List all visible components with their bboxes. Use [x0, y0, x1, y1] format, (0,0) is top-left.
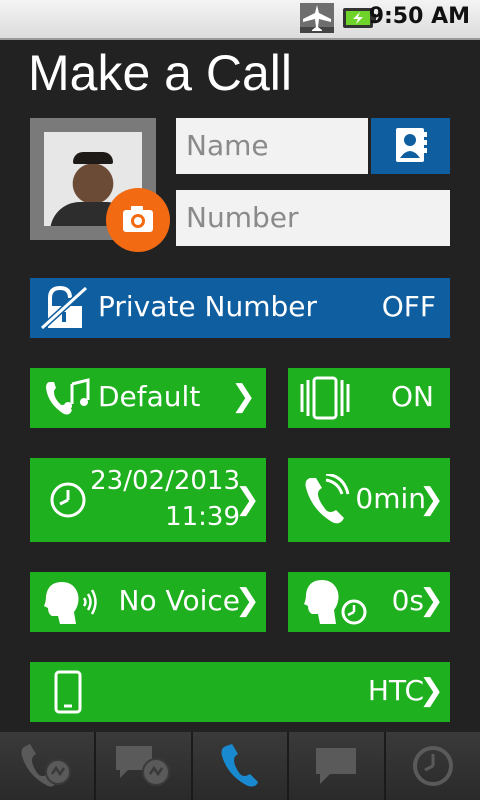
page-title: Make a Call [28, 45, 292, 101]
unlock-icon [40, 285, 89, 331]
number-field[interactable]: Number [176, 190, 450, 246]
chevron-right-icon: ❯ [234, 583, 260, 618]
chevron-right-icon: ❯ [234, 482, 260, 517]
vibrate-icon [300, 376, 350, 420]
messages-log-icon [115, 746, 170, 786]
vibrate-value: ON [391, 380, 434, 413]
airplane-mode-icon [300, 3, 334, 33]
device-button[interactable]: HTC ❯ [30, 662, 450, 722]
name-field[interactable]: Name [176, 118, 368, 174]
chevron-right-icon: ❯ [418, 583, 444, 618]
ringtone-label: Default [98, 380, 201, 413]
ringtone-button[interactable]: Default ❯ [30, 368, 266, 428]
device-value: HTC [367, 674, 424, 707]
nav-call-log[interactable] [0, 732, 94, 800]
vibrate-toggle[interactable]: ON [288, 368, 450, 428]
private-number-toggle[interactable]: Private Number OFF [30, 278, 450, 338]
nav-message[interactable] [287, 732, 383, 800]
speech-delay-button[interactable]: 0s ❯ [288, 572, 450, 632]
ringtone-icon [46, 378, 90, 415]
handset-ringing-icon [305, 474, 350, 524]
camera-button[interactable] [106, 188, 170, 252]
clock-icon [50, 482, 86, 518]
voice-button[interactable]: No Voice ❯ [30, 572, 266, 632]
camera-icon [123, 206, 153, 232]
nav-scheduled[interactable] [383, 732, 480, 800]
schedule-date: 23/02/2013 [90, 466, 240, 496]
smartphone-icon [54, 670, 82, 714]
call-duration-value: 0min [355, 482, 426, 515]
bottom-navigation [0, 732, 480, 800]
schedule-time: 11:39 [165, 502, 240, 532]
chevron-right-icon: ❯ [418, 482, 444, 517]
voice-label: No Voice [118, 584, 241, 617]
status-bar: 9:50 AM [0, 0, 480, 40]
call-duration-button[interactable]: 0min ❯ [288, 458, 450, 542]
schedule-button[interactable]: 23/02/2013 11:39 ❯ [30, 458, 266, 542]
contacts-button[interactable] [371, 118, 450, 174]
chevron-right-icon: ❯ [230, 379, 256, 414]
nav-call[interactable] [190, 732, 287, 800]
phone-icon [221, 744, 259, 787]
status-time: 9:50 AM [368, 4, 470, 29]
nav-messages-log[interactable] [94, 732, 190, 800]
speaking-head-icon [44, 582, 97, 624]
message-icon [316, 748, 357, 784]
call-log-icon [21, 744, 72, 787]
chevron-right-icon: ❯ [418, 673, 444, 708]
private-number-value: OFF [381, 290, 436, 323]
speaking-timer-icon [304, 580, 367, 625]
scheduled-icon [412, 746, 453, 786]
private-number-label: Private Number [98, 290, 317, 323]
contact-book-icon [396, 128, 427, 162]
